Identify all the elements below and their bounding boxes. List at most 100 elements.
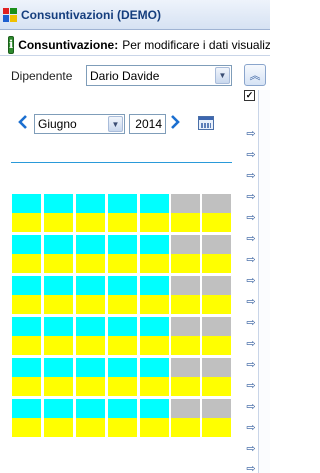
day-cell-bottom[interactable] [171, 213, 200, 232]
day-cell[interactable] [140, 317, 169, 336]
day-cell-weekend[interactable] [202, 399, 231, 418]
day-cell[interactable] [108, 358, 137, 377]
day-cell-bottom[interactable] [12, 254, 41, 273]
day-cell-bottom[interactable] [12, 213, 41, 232]
day-cell-bottom[interactable] [202, 213, 231, 232]
collapse-button[interactable]: ︽ [244, 64, 266, 86]
arrow-right-icon[interactable]: ⇨ [245, 380, 257, 392]
day-cell[interactable] [108, 399, 137, 418]
day-cell-bottom[interactable] [171, 377, 200, 396]
day-cell-bottom[interactable] [140, 295, 169, 314]
day-cell[interactable] [140, 358, 169, 377]
chevron-down-icon[interactable]: ▼ [215, 67, 230, 84]
day-cell-weekend[interactable] [202, 235, 231, 254]
day-cell[interactable] [12, 235, 41, 254]
arrow-right-icon[interactable]: ⇨ [245, 149, 257, 161]
arrow-right-icon[interactable]: ⇨ [245, 359, 257, 371]
day-cell-bottom[interactable] [202, 418, 231, 437]
day-cell[interactable] [12, 194, 41, 213]
day-cell-bottom[interactable] [44, 213, 73, 232]
day-cell-bottom[interactable] [171, 336, 200, 355]
day-cell-weekend[interactable] [171, 235, 200, 254]
day-cell-weekend[interactable] [171, 399, 200, 418]
day-cell[interactable] [108, 194, 137, 213]
dipendente-select[interactable]: Dario Davide ▼ [86, 65, 232, 86]
chevron-down-icon[interactable]: ▼ [108, 116, 123, 132]
arrow-right-icon[interactable]: ⇨ [245, 191, 257, 203]
day-cell-weekend[interactable] [202, 276, 231, 295]
day-cell-bottom[interactable] [171, 254, 200, 273]
day-cell-weekend[interactable] [202, 194, 231, 213]
day-cell-bottom[interactable] [140, 377, 169, 396]
day-cell[interactable] [44, 317, 73, 336]
day-cell-bottom[interactable] [76, 377, 105, 396]
day-cell-bottom[interactable] [202, 254, 231, 273]
day-cell-bottom[interactable] [12, 418, 41, 437]
day-cell-weekend[interactable] [171, 358, 200, 377]
day-cell-bottom[interactable] [12, 295, 41, 314]
day-cell-bottom[interactable] [171, 418, 200, 437]
day-cell-bottom[interactable] [202, 377, 231, 396]
day-cell[interactable] [108, 276, 137, 295]
day-cell-bottom[interactable] [108, 295, 137, 314]
day-cell[interactable] [12, 317, 41, 336]
day-cell[interactable] [12, 358, 41, 377]
day-cell-bottom[interactable] [76, 295, 105, 314]
day-cell-weekend[interactable] [202, 317, 231, 336]
day-cell[interactable] [12, 276, 41, 295]
day-cell[interactable] [76, 235, 105, 254]
show-checkbox[interactable]: ✓ [244, 90, 255, 101]
day-cell-bottom[interactable] [140, 418, 169, 437]
day-cell-bottom[interactable] [202, 295, 231, 314]
day-cell-bottom[interactable] [108, 336, 137, 355]
day-cell-bottom[interactable] [76, 213, 105, 232]
day-cell[interactable] [44, 235, 73, 254]
day-cell-bottom[interactable] [44, 295, 73, 314]
day-cell-bottom[interactable] [76, 418, 105, 437]
day-cell-bottom[interactable] [108, 254, 137, 273]
month-select[interactable]: Giugno ▼ [34, 114, 125, 134]
day-cell[interactable] [76, 276, 105, 295]
day-cell-bottom[interactable] [171, 295, 200, 314]
day-cell-bottom[interactable] [12, 336, 41, 355]
day-cell[interactable] [140, 276, 169, 295]
day-cell[interactable] [76, 358, 105, 377]
day-cell-bottom[interactable] [44, 377, 73, 396]
day-cell[interactable] [140, 194, 169, 213]
arrow-right-icon[interactable]: ⇨ [245, 296, 257, 308]
day-cell-bottom[interactable] [140, 254, 169, 273]
day-cell[interactable] [140, 235, 169, 254]
day-cell[interactable] [76, 399, 105, 418]
day-cell-bottom[interactable] [12, 377, 41, 396]
day-cell[interactable] [108, 317, 137, 336]
day-cell-bottom[interactable] [108, 377, 137, 396]
day-cell[interactable] [76, 194, 105, 213]
prev-month-button[interactable] [18, 115, 28, 134]
arrow-right-icon[interactable]: ⇨ [245, 212, 257, 224]
day-cell-bottom[interactable] [140, 336, 169, 355]
arrow-right-icon[interactable]: ⇨ [245, 317, 257, 329]
arrow-right-icon[interactable]: ⇨ [245, 128, 257, 140]
day-cell-bottom[interactable] [140, 213, 169, 232]
day-cell-bottom[interactable] [44, 336, 73, 355]
arrow-right-icon[interactable]: ⇨ [245, 233, 257, 245]
day-cell-bottom[interactable] [44, 254, 73, 273]
day-cell-bottom[interactable] [44, 418, 73, 437]
arrow-right-icon[interactable]: ⇨ [245, 275, 257, 287]
day-cell[interactable] [76, 317, 105, 336]
day-cell-bottom[interactable] [76, 336, 105, 355]
day-cell[interactable] [108, 235, 137, 254]
day-cell[interactable] [44, 358, 73, 377]
next-month-button[interactable] [170, 115, 180, 134]
day-cell-bottom[interactable] [108, 213, 137, 232]
arrow-right-icon[interactable]: ⇨ [245, 463, 257, 473]
day-cell-weekend[interactable] [171, 194, 200, 213]
arrow-right-icon[interactable]: ⇨ [245, 338, 257, 350]
day-cell-bottom[interactable] [76, 254, 105, 273]
day-cell-weekend[interactable] [171, 276, 200, 295]
day-cell[interactable] [140, 399, 169, 418]
day-cell-bottom[interactable] [108, 418, 137, 437]
arrow-right-icon[interactable]: ⇨ [245, 443, 257, 455]
day-cell-bottom[interactable] [202, 336, 231, 355]
day-cell[interactable] [44, 194, 73, 213]
